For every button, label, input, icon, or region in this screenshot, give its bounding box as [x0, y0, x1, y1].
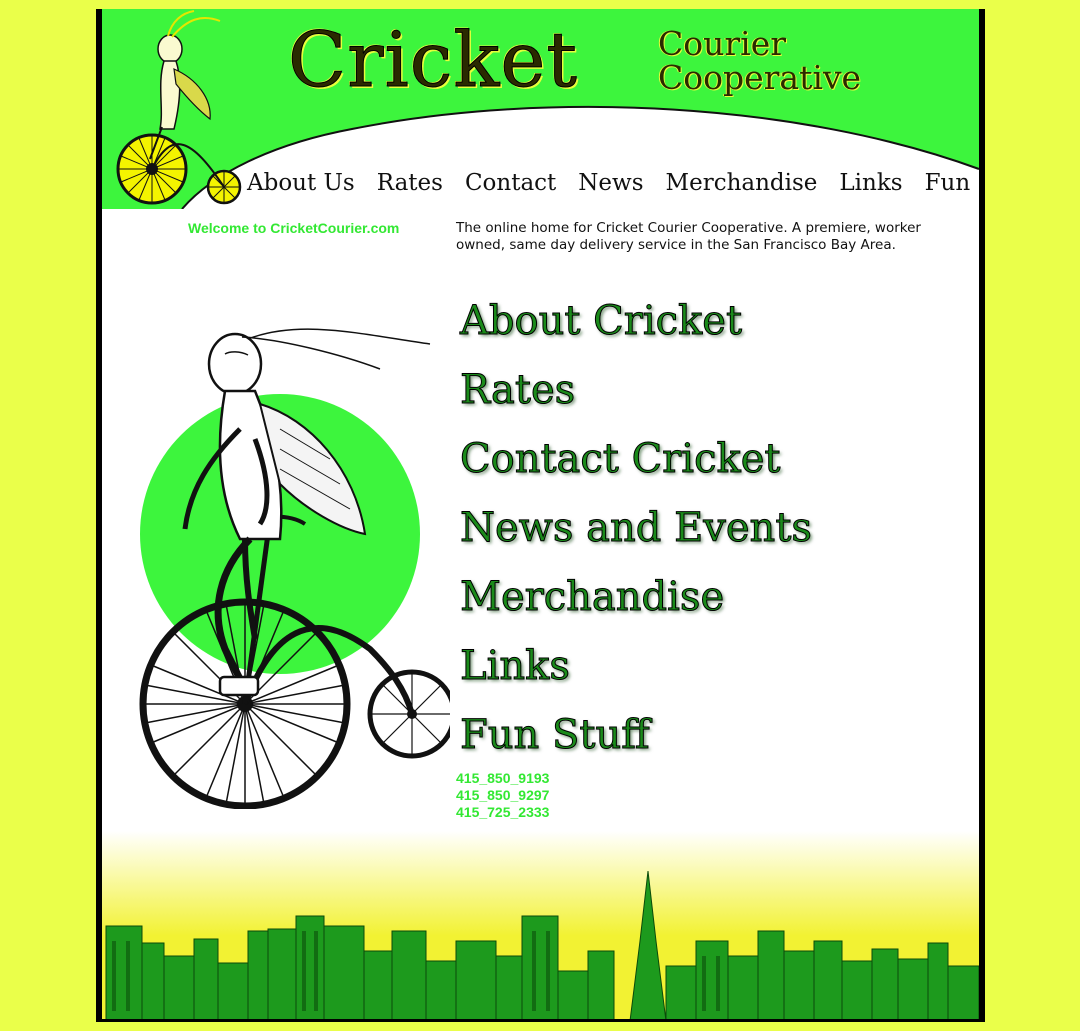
main-nav-news-and-events[interactable]: News and Events [460, 494, 940, 563]
page-content: Cricket Courier Cooperative About Us Rat… [102, 9, 979, 1019]
logo-title: Cricket [288, 15, 578, 105]
city-skyline-icon [102, 831, 979, 1019]
main-nav: About Cricket Rates Contact Cricket News… [460, 287, 940, 770]
top-nav: About Us Rates Contact News Merchandise … [247, 163, 979, 203]
page-frame: Cricket Courier Cooperative About Us Rat… [96, 9, 985, 1022]
phone-number: 415_850_9297 [456, 787, 550, 803]
welcome-heading: Welcome to CricketCourier.com [188, 220, 400, 236]
main-nav-contact-cricket[interactable]: Contact Cricket [460, 425, 940, 494]
phone-number: 415_850_9193 [456, 770, 550, 786]
top-nav-contact[interactable]: Contact [465, 170, 556, 196]
top-nav-merchandise[interactable]: Merchandise [666, 170, 818, 196]
phone-number: 415_725_2333 [456, 804, 550, 820]
top-nav-fun-stuff[interactable]: Fun Stuff [925, 170, 979, 196]
main-nav-fun-stuff[interactable]: Fun Stuff [460, 701, 940, 770]
logo-subtitle-line2: Cooperative [658, 58, 862, 97]
top-nav-about-us[interactable]: About Us [247, 170, 355, 196]
logo-subtitle-line1: Courier [658, 24, 787, 63]
phone-list: 415_850_9193 415_850_9297 415_725_2333 [456, 770, 549, 821]
logo-subtitle: Courier Cooperative [658, 27, 861, 95]
main-nav-merchandise[interactable]: Merchandise [460, 563, 940, 632]
cricket-on-penny-farthing-icon [139, 328, 450, 809]
intro-paragraph: The online home for Cricket Courier Coop… [456, 220, 921, 253]
top-nav-links[interactable]: Links [839, 170, 902, 196]
main-nav-links[interactable]: Links [460, 632, 940, 701]
main-nav-rates[interactable]: Rates [460, 356, 940, 425]
main-nav-about-cricket[interactable]: About Cricket [460, 287, 940, 356]
top-nav-news[interactable]: News [578, 170, 643, 196]
top-nav-rates[interactable]: Rates [377, 170, 443, 196]
